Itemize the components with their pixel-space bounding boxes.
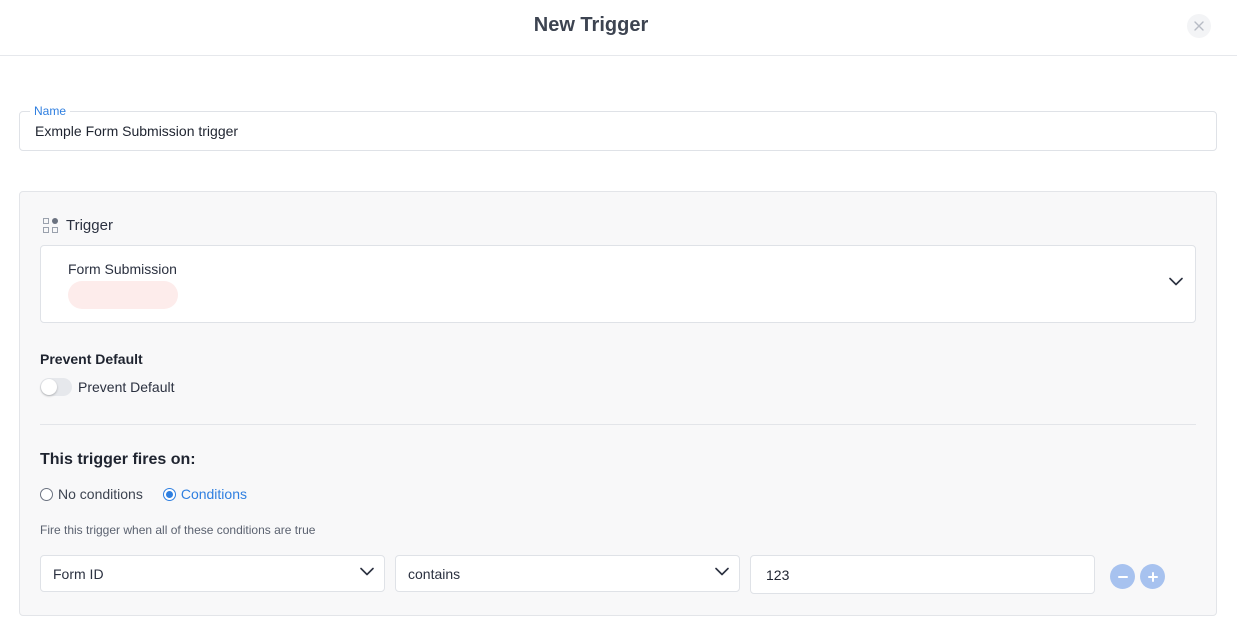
conditions-hint: Fire this trigger when all of these cond…	[40, 523, 316, 537]
radio-no-conditions[interactable]: No conditions	[40, 486, 143, 502]
trigger-type-value: Form Submission	[68, 261, 177, 277]
condition-field-select[interactable]: Form ID	[40, 555, 385, 592]
trigger-type-select[interactable]: Form Submission	[40, 245, 1196, 323]
condition-operator-value: contains	[408, 566, 461, 582]
name-input[interactable]	[20, 112, 1216, 150]
radio-label: Conditions	[180, 486, 247, 502]
trigger-type-pill	[68, 281, 178, 309]
modal-title: New Trigger	[533, 14, 649, 36]
name-field: Name	[19, 104, 1217, 151]
radio-circle	[40, 487, 53, 501]
close-icon	[1194, 21, 1204, 31]
prevent-default-label: Prevent Default	[78, 379, 175, 395]
remove-condition-button[interactable]	[1110, 564, 1135, 589]
plus-circle-icon	[1147, 571, 1158, 582]
radio-label: No conditions	[58, 486, 143, 502]
modal-header: New Trigger	[0, 0, 1237, 56]
divider	[40, 424, 1196, 425]
fires-on-heading: This trigger fires on:	[40, 451, 196, 468]
chevron-down-icon	[715, 567, 729, 576]
add-condition-button[interactable]	[1140, 564, 1165, 589]
radio-conditions[interactable]: Conditions	[162, 486, 247, 502]
trigger-panel: Trigger Form Submission Prevent Default …	[19, 191, 1217, 616]
prevent-default-row: Prevent Default	[40, 378, 175, 396]
fires-on-options: No conditions Conditions	[40, 486, 267, 502]
minus-circle-icon	[1117, 575, 1128, 578]
chevron-down-icon	[1169, 277, 1183, 286]
trigger-heading: Trigger	[43, 217, 113, 234]
prevent-default-toggle[interactable]	[40, 378, 72, 396]
close-button[interactable]	[1187, 14, 1211, 38]
trigger-heading-label: Trigger	[66, 217, 113, 234]
toggle-knob	[41, 379, 57, 395]
chevron-down-icon	[360, 567, 374, 576]
radio-circle-selected	[162, 487, 176, 501]
condition-operator-select[interactable]: contains	[395, 555, 740, 592]
condition-field-value: Form ID	[53, 566, 104, 582]
grid-icon	[43, 218, 58, 233]
name-label: Name	[30, 104, 71, 118]
prevent-default-title: Prevent Default	[40, 351, 143, 367]
condition-value-input[interactable]	[750, 555, 1095, 594]
